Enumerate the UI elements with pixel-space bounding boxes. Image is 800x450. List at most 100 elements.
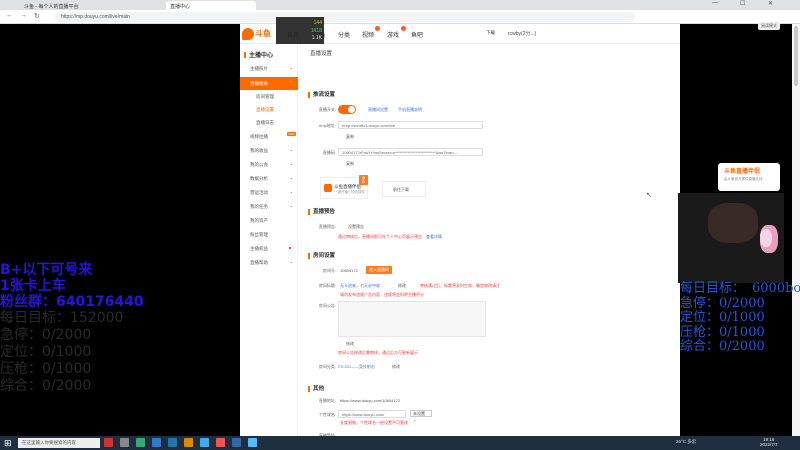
app-icon-2[interactable]: [120, 438, 129, 447]
sidebar-item-video[interactable]: 视频拉播 NEW: [240, 130, 298, 143]
page-scrollbar[interactable]: [792, 24, 800, 436]
app-icon-9[interactable]: [232, 438, 241, 447]
taskbar-search[interactable]: 在这里输入你要搜索的内容: [18, 438, 100, 448]
sidebar-item-tasks[interactable]: 我的任务 ⌄: [240, 200, 298, 213]
stop-progress: 急停：0/2000: [680, 295, 765, 311]
douyu-logo[interactable]: 斗鱼: [242, 27, 274, 41]
sidebar-item-assets[interactable]: 我的资产: [240, 214, 298, 227]
live-switch-toggle[interactable]: [338, 105, 356, 114]
refresh-icon[interactable]: ↻: [34, 12, 40, 20]
overlay-faded-4: 压枪：0/1000: [0, 361, 92, 377]
nav-category[interactable]: 分类: [338, 30, 350, 39]
rtmp-label: rtmp地址:: [318, 123, 336, 128]
custom-domain-warning: 长度限制，个性域名一经设置不可更改: [340, 420, 408, 425]
sidebar-item-rights[interactable]: 主播权益: [240, 242, 298, 255]
nav-video[interactable]: 视频: [362, 30, 374, 39]
section-other-title: 其他: [308, 384, 324, 392]
room-tag-value: CS:GO——竞技射击: [338, 364, 375, 369]
download-link[interactable]: 下载: [486, 30, 495, 36]
notice-value[interactable]: 设置预告: [348, 224, 364, 230]
sidebar-item-guild[interactable]: 我的公会 ⌄: [240, 158, 298, 171]
app-icon-10[interactable]: [248, 438, 257, 447]
url-input[interactable]: https://mp.douyu.com/live/main: [55, 12, 635, 22]
stream-code-field[interactable]: 10604172rPnkYr?wsSecret=e***************…: [338, 148, 483, 156]
sidebar-item-data[interactable]: 数据分析 ⌄: [240, 172, 298, 185]
user-menu[interactable]: rcwby(2分...): [508, 30, 536, 37]
app-icon-4[interactable]: [152, 438, 161, 447]
sidebar-item-live[interactable]: 直播相关 ⌃: [240, 77, 298, 90]
app-icon-5[interactable]: [168, 438, 177, 447]
copy-code-button[interactable]: 复制: [346, 161, 354, 167]
rtmp-address-field[interactable]: rtmp://sendtc3.douyu.com/live: [338, 121, 483, 129]
sidebar-title: 主播中心: [244, 50, 273, 59]
room-intro-edit[interactable]: 修改: [346, 341, 354, 347]
download-card[interactable]: 前往下载: [382, 181, 426, 197]
nav-fishbar[interactable]: 鱼吧: [411, 30, 423, 39]
mouse-cursor-icon: ↖: [646, 192, 652, 199]
overlay-faded-5: 综合：0/2000: [0, 378, 92, 394]
system-clock[interactable]: 19:16 2022/7/7: [760, 437, 778, 447]
chevron-down-icon: ⌄: [289, 259, 293, 264]
forward-icon[interactable]: →: [20, 12, 27, 19]
room-name-edit[interactable]: 修改: [398, 283, 406, 289]
chevron-down-icon: ⌄: [289, 65, 293, 70]
room-tag-edit[interactable]: 修改: [392, 364, 400, 370]
close-icon[interactable]: ×: [776, 161, 779, 167]
stat-value-2: 1618: [310, 28, 322, 34]
stat-value-1: 144: [313, 20, 322, 26]
hand-image: [708, 203, 758, 243]
nav-games[interactable]: 游戏: [387, 30, 399, 39]
chevron-down-icon: ⌄: [289, 161, 293, 166]
windows-start-icon[interactable]: ⊞: [4, 438, 12, 449]
sidebar-item-live-settings[interactable]: 直播设置: [240, 103, 298, 116]
chevron-down-icon: ⌄: [289, 203, 293, 208]
sidebar-item-income[interactable]: 我的收益 ⌄: [240, 144, 298, 157]
stream-text-overlay-left: B+以下可号来 1张卡上车 粉丝群：640176440 每日目标：152000 …: [0, 262, 144, 395]
minimize-icon[interactable]: —: [712, 0, 718, 6]
app-icon-3[interactable]: [136, 438, 145, 447]
custom-domain-select[interactable]: 未设置 ⌄: [410, 410, 432, 422]
app-icon-1[interactable]: [104, 438, 113, 447]
nav-video-badge: [375, 26, 380, 31]
custom-domain-label: 个性域名:: [318, 412, 336, 417]
companion-badge-title: 斗鱼直播伴侣: [724, 169, 761, 175]
app-icon-6[interactable]: [184, 438, 193, 447]
reader-mode-button[interactable]: 阅读模式: [758, 22, 780, 30]
sidebar-item-help[interactable]: 直播帮助 ⌄: [240, 256, 298, 269]
maximize-icon[interactable]: ☐: [740, 0, 745, 7]
fish-logo-icon: [242, 28, 254, 40]
companion-app-icon: [324, 184, 332, 192]
sidebar-item-live-log[interactable]: 直播日志: [240, 116, 298, 129]
app-icon-7[interactable]: [200, 438, 209, 447]
sidebar-item-fans[interactable]: 粉丝管理: [240, 228, 298, 241]
sidebar: 主播中心 主播照片 ⌄ 直播相关 ⌃ 房间管理 直播设置 直播日志 视频拉播 NEW …: [240, 44, 298, 436]
room-settings-link[interactable]: 直播间设置: [368, 107, 388, 113]
room-intro-label: 房间公告:: [318, 303, 336, 308]
stream-text-overlay-right: 每日目标： 6000bot 急停：0/2000 定位：0/1000 压枪：0/10…: [680, 281, 800, 355]
stat-value-3: 1.1K: [311, 35, 322, 41]
tab-live-center[interactable]: 直播中心: [166, 1, 256, 10]
sidebar-item-photos[interactable]: 主播照片 ⌄: [240, 62, 298, 75]
back-icon[interactable]: ←: [6, 12, 13, 19]
close-icon[interactable]: ✕: [768, 0, 773, 7]
chevron-up-icon: ⌃: [289, 80, 293, 85]
custom-domain-field[interactable]: https://www.douyu.com/: [338, 410, 406, 418]
address-bar: ← → ↻ https://mp.douyu.com/live/main 阅读模…: [0, 10, 800, 30]
mobile-live-link[interactable]: 手机直播说明: [398, 107, 422, 113]
recommend-tag: 推荐: [359, 175, 369, 185]
tab-douyu-home[interactable]: 斗鱼 - 每个人的直播平台: [20, 1, 165, 10]
room-intro-textarea[interactable]: [338, 301, 486, 337]
copy-rtmp-button[interactable]: 复制: [346, 134, 354, 140]
daily-target-label: 每日目标：: [680, 281, 746, 296]
weather-tray[interactable]: 26°C 多云: [676, 439, 696, 445]
notification-dot: [289, 247, 291, 249]
live-companion-card[interactable]: 斗鱼直播伴侣 一键开播 / 特效插件 推荐: [320, 175, 369, 199]
scrollbar-thumb[interactable]: [794, 26, 798, 86]
overlay-faded-2: 急停：0/2000: [0, 327, 92, 343]
overlay-faded-1: 每日目标：152000: [0, 310, 124, 326]
app-icon-8[interactable]: [216, 438, 225, 447]
enter-room-button[interactable]: 进入直播间: [366, 266, 392, 274]
notice-detail-link[interactable]: 查看详情: [426, 234, 442, 240]
sidebar-item-room-manage[interactable]: 房间管理: [240, 90, 298, 103]
sidebar-item-events[interactable]: 营运活动 ⌄: [240, 186, 298, 199]
